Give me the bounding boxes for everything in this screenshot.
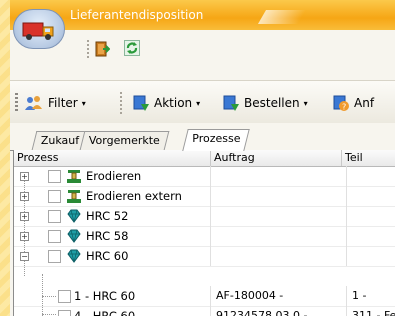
toolbar-separator (87, 40, 89, 58)
table-row[interactable]: 4 - HRC 60 91234578.03.0 - 311 - Fer (14, 306, 395, 316)
machine-icon (67, 170, 81, 183)
auftrag-cell (211, 246, 347, 266)
tab-prozesse[interactable]: Prozesse (182, 129, 250, 151)
auftrag-cell (211, 206, 347, 226)
process-label: HRC 58 (86, 229, 129, 243)
table-row[interactable]: + HRC 52 (14, 206, 395, 227)
app-window: Lieferantendisposition Filter ▾ Aktion ▾… (10, 0, 395, 316)
toolbar-grip[interactable] (15, 93, 18, 111)
bestellen-label: Bestellen (244, 96, 300, 110)
delivery-truck-icon (22, 22, 54, 40)
expand-icon[interactable]: + (20, 192, 29, 201)
main-toolbar: Filter ▾ Aktion ▾ Bestellen ▾ ? Anf (10, 80, 395, 123)
window-title: Lieferantendisposition (70, 8, 204, 22)
anfrage-label: Anf (354, 96, 375, 110)
svg-text:?: ? (342, 103, 346, 112)
table-row[interactable]: + Erodieren (14, 166, 395, 187)
aktion-dropdown-button[interactable]: Aktion ▾ (132, 94, 200, 112)
process-label: Erodieren (86, 169, 142, 183)
teil-cell (347, 166, 395, 186)
exit-door-icon[interactable] (94, 41, 110, 57)
chevron-down-icon: ▾ (81, 98, 86, 108)
order-icon (223, 95, 239, 111)
tab-vorgemerkte[interactable]: Vorgemerkte (79, 131, 170, 150)
teil-cell: 311 - Fer (352, 309, 395, 316)
aktion-label: Aktion (154, 96, 193, 110)
column-header-prozess[interactable]: Prozess (14, 150, 211, 166)
title-bar: Lieferantendisposition (10, 0, 395, 30)
quick-access-toolbar (68, 30, 395, 64)
auftrag-cell: AF-180004 - (211, 286, 347, 306)
teil-cell (347, 226, 395, 246)
process-label: HRC 60 (86, 249, 129, 263)
diamond-icon (67, 209, 81, 223)
row-checkbox[interactable] (48, 210, 61, 223)
row-checkbox[interactable] (58, 310, 71, 316)
teil-cell (347, 186, 395, 206)
action-arrow-icon (133, 95, 149, 111)
chevron-down-icon: ▾ (303, 98, 308, 108)
process-grid: Prozess Auftrag Teil + Erodieren + Erodi… (13, 150, 395, 316)
row-checkbox[interactable] (48, 230, 61, 243)
grid-header: Prozess Auftrag Teil (14, 150, 395, 167)
row-checkbox[interactable] (48, 190, 61, 203)
auftrag-cell: 91234578.03.0 - (211, 306, 347, 316)
request-question-icon: ? (333, 95, 349, 112)
process-label: Erodieren extern (86, 189, 182, 203)
process-label: 1 - HRC 60 (74, 289, 136, 303)
process-label: 4 - HRC 60 (74, 309, 136, 316)
table-row[interactable]: 1 - HRC 60 AF-180004 - 1 - (14, 286, 395, 307)
row-checkbox[interactable] (48, 250, 61, 263)
chevron-down-icon: ▾ (196, 98, 201, 108)
machine-icon (67, 190, 81, 203)
teil-cell: 1 - (352, 289, 367, 302)
teil-cell (347, 246, 395, 266)
expand-icon[interactable]: + (20, 232, 29, 241)
tab-strip: Zukauf Vorgemerkte Prozesse (10, 128, 395, 151)
diamond-icon (67, 249, 81, 263)
table-row[interactable]: + Erodieren extern (14, 186, 395, 207)
title-decoration (257, 10, 307, 24)
expand-icon[interactable]: + (20, 172, 29, 181)
table-row[interactable]: + HRC 58 (14, 226, 395, 247)
filter-label: Filter (48, 96, 78, 110)
table-row[interactable]: − HRC 60 (14, 246, 395, 267)
row-checkbox[interactable] (48, 170, 61, 183)
auftrag-cell (211, 186, 347, 206)
expand-icon[interactable]: + (20, 212, 29, 221)
column-header-auftrag[interactable]: Auftrag (211, 150, 342, 166)
teil-cell (347, 206, 395, 226)
refresh-icon[interactable] (124, 40, 140, 56)
auftrag-cell (211, 166, 347, 186)
diamond-icon (67, 229, 81, 243)
bestellen-dropdown-button[interactable]: Bestellen ▾ (222, 94, 308, 112)
filter-dropdown-button[interactable]: Filter ▾ (24, 94, 86, 112)
column-header-teil[interactable]: Teil (342, 150, 395, 166)
filter-people-icon (25, 96, 42, 110)
toolbar-separator (120, 92, 122, 114)
row-checkbox[interactable] (58, 290, 71, 303)
auftrag-cell (211, 226, 347, 246)
process-label: HRC 52 (86, 209, 129, 223)
application-menu-button[interactable] (13, 9, 65, 49)
collapse-icon[interactable]: − (20, 252, 29, 261)
anfrage-button[interactable]: ? Anf (332, 94, 374, 112)
